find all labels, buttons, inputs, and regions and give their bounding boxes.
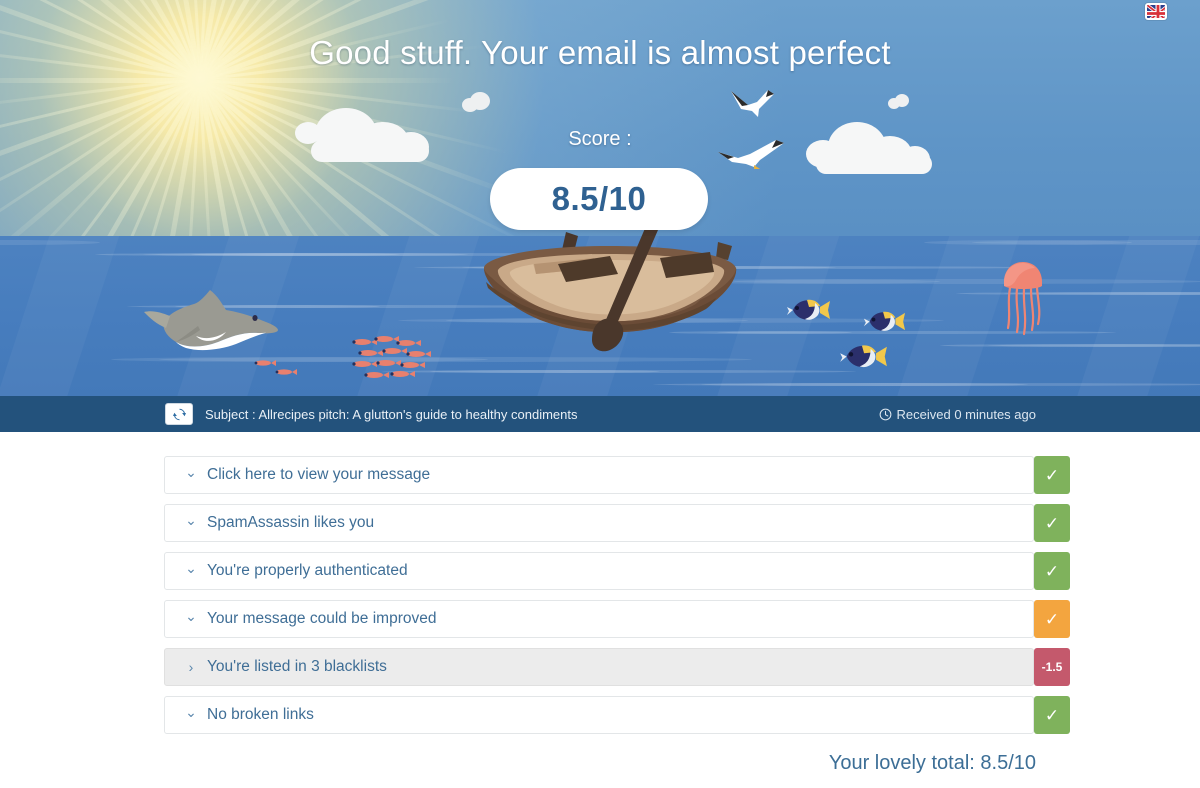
refresh-icon <box>172 408 186 420</box>
fish-school-icon <box>350 336 440 387</box>
check-icon: ✓ <box>1044 609 1060 629</box>
result-row-badge: ✓ <box>1034 504 1070 542</box>
dolphin-icon <box>140 286 286 361</box>
rowboat-icon <box>470 226 750 375</box>
result-row-badge: ✓ <box>1034 696 1070 734</box>
result-row-badge: ✓ <box>1034 552 1070 590</box>
result-row[interactable]: ⌄ No broken links ✓ <box>164 696 1070 734</box>
result-row-label: SpamAssassin likes you <box>207 514 375 531</box>
score-badge: 8.5/10 <box>490 168 708 230</box>
result-row[interactable]: ⌄ Your message could be improved ✓ <box>164 600 1070 638</box>
results-list: ⌄ Click here to view your message ✓ ⌄ SpamAs… <box>164 456 1070 744</box>
hero-scene: Good stuff. Your email is almost perfect… <box>0 0 1200 396</box>
refresh-button[interactable] <box>165 403 193 425</box>
email-score-page: Good stuff. Your email is almost perfect… <box>0 0 1200 788</box>
chevron-down-icon[interactable]: ⌄ <box>185 705 197 719</box>
wave-line <box>924 240 1132 245</box>
received-text: Received 0 minutes ago <box>896 406 1036 422</box>
result-row-label: You're properly authenticated <box>207 562 408 579</box>
clock-icon <box>879 408 891 420</box>
sun-ray-icon <box>200 78 500 83</box>
result-row[interactable]: ⌄ Click here to view your message ✓ <box>164 456 1070 494</box>
sea-light-shaft <box>1064 236 1200 396</box>
score-label: Score : <box>568 128 632 150</box>
result-row-label: You're listed in 3 blacklists <box>207 658 387 675</box>
subject-text: Subject : Allrecipes pitch: A glutton's … <box>205 406 578 422</box>
chevron-down-icon[interactable]: ⌄ <box>185 465 197 479</box>
blue-tang-fish-icon <box>862 307 906 341</box>
result-row[interactable]: › You're listed in 3 blacklists -1.5 <box>164 648 1070 686</box>
uk-flag-icon[interactable] <box>1145 3 1167 20</box>
result-row[interactable]: ⌄ SpamAssassin likes you ✓ <box>164 504 1070 542</box>
wave-line <box>940 344 1200 347</box>
total-score-text: Your lovely total: 8.5/10 <box>828 752 1036 774</box>
check-icon: ✓ <box>1044 465 1060 485</box>
result-row-badge: ✓ <box>1034 456 1070 494</box>
result-row-badge: ✓ <box>1034 600 1070 638</box>
jellyfish-icon <box>998 258 1048 349</box>
check-icon: ✓ <box>1044 561 1060 581</box>
page-title: Good stuff. Your email is almost perfect <box>309 34 891 71</box>
wave-line <box>95 253 400 256</box>
received-info: Received 0 minutes ago <box>879 407 1036 422</box>
score-penalty-value: -1.5 <box>1041 660 1063 674</box>
chevron-down-icon[interactable]: ⌄ <box>185 609 197 623</box>
blue-tang-fish-icon <box>838 340 888 378</box>
wave-line <box>653 383 1200 386</box>
chevron-right-icon[interactable]: › <box>185 660 197 674</box>
check-icon: ✓ <box>1044 705 1060 725</box>
sun-ray-icon <box>0 78 200 83</box>
result-row-badge: -1.5 <box>1034 648 1070 686</box>
result-row-label: Your message could be improved <box>207 610 437 627</box>
score-value: 8.5/10 <box>551 180 647 217</box>
check-icon: ✓ <box>1044 513 1060 533</box>
seagull-icon <box>728 85 786 123</box>
result-row[interactable]: ⌄ You're properly authenticated ✓ <box>164 552 1070 590</box>
result-row-label: No broken links <box>207 706 314 723</box>
fish-school-icon <box>252 358 304 385</box>
result-row-label: Click here to view your message <box>207 466 431 483</box>
chevron-down-icon[interactable]: ⌄ <box>185 561 197 575</box>
sea-light-shaft <box>0 236 126 396</box>
subject-bar: Subject : Allrecipes pitch: A glutton's … <box>0 396 1200 432</box>
chevron-down-icon[interactable]: ⌄ <box>185 513 197 527</box>
blue-tang-fish-icon <box>785 295 831 330</box>
